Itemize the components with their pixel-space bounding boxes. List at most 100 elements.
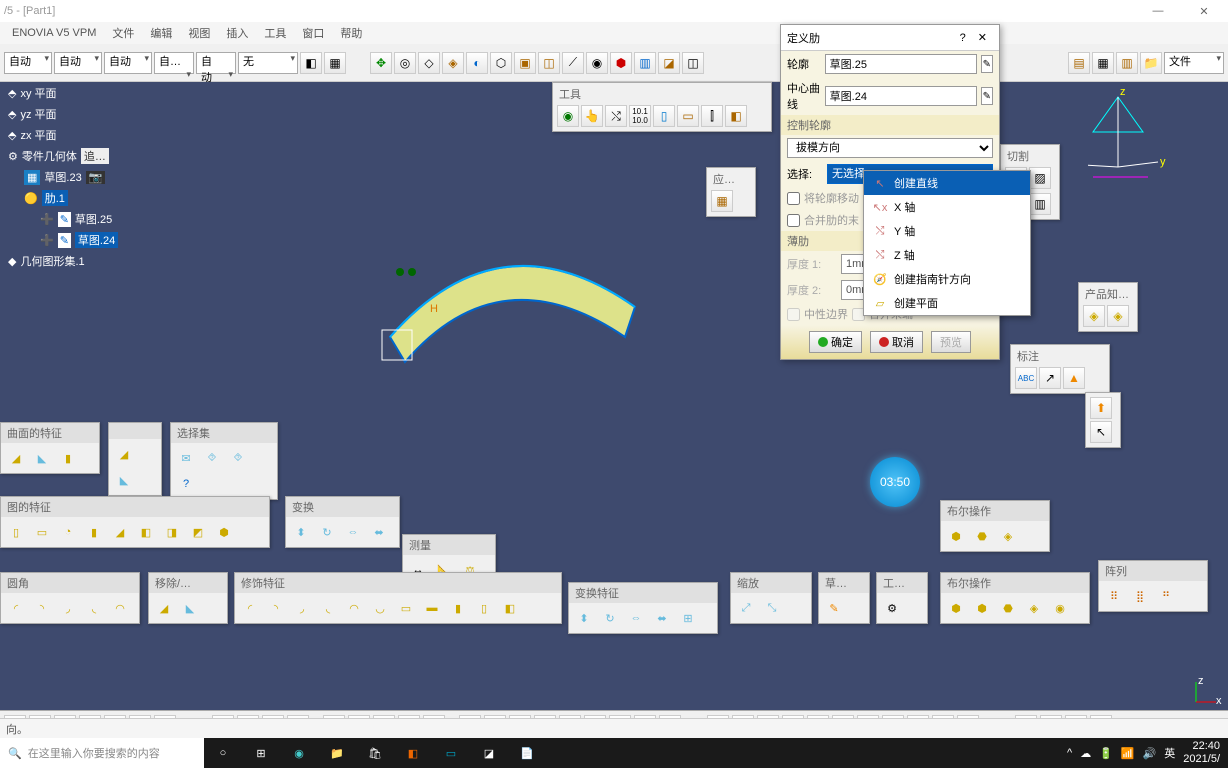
menu-window[interactable]: 窗口 (294, 25, 332, 41)
palette-mini-1[interactable]: ◢ ◣ (108, 422, 162, 496)
scale-icon[interactable]: ⤡ (760, 596, 784, 620)
tree-rib-1[interactable]: 🟡 肋.1 (20, 188, 122, 208)
tf-icon[interactable]: ⬌ (650, 606, 674, 630)
menu-vpm[interactable]: ENOVIA V5 VPM (4, 27, 104, 39)
combo-none[interactable]: 无 (238, 52, 298, 74)
toolbar-icon[interactable]: ▦ (324, 52, 346, 74)
toolbar-icon[interactable]: ⟋ (562, 52, 584, 74)
combo-auto-3[interactable]: 自动 (104, 52, 152, 74)
tree-sketch-25[interactable]: ➕ ✎ 草图.25 (36, 209, 122, 229)
palette-product[interactable]: 产品知… ◈ ◈ (1078, 282, 1138, 332)
palette-fillet[interactable]: 圆角 ◜ ◝ ◞ ◟ ◠ (0, 572, 140, 624)
palette-annotation[interactable]: 标注 ABC ↗ ▲ (1010, 344, 1110, 394)
fillet-icon[interactable]: ◟ (82, 596, 106, 620)
annot-icon[interactable]: ↗ (1039, 367, 1061, 389)
trans-icon[interactable]: ⬍ (289, 520, 313, 544)
taskbar-clock[interactable]: 22:40 2021/5/ (1183, 740, 1220, 766)
palette-surface-features[interactable]: 曲面的特征 ◢ ◣ ▮ (0, 422, 100, 474)
fillet-icon[interactable]: ◝ (30, 596, 54, 620)
dialog-close-button[interactable]: ✕ (972, 32, 993, 44)
palette-scale[interactable]: 缩放 ⤢ ⤡ (730, 572, 812, 624)
combo-file[interactable]: 文件 (1164, 52, 1224, 74)
tray-battery-icon[interactable]: 🔋 (1099, 747, 1113, 760)
dress-icon[interactable]: ◟ (316, 596, 340, 620)
close-button[interactable]: ✕ (1184, 5, 1224, 18)
gear-icon[interactable]: ⚙ (880, 596, 904, 620)
toolbar-icon[interactable]: ◫ (538, 52, 560, 74)
profile-input[interactable] (825, 54, 977, 74)
feat-icon[interactable]: ◢ (4, 446, 28, 470)
feat-icon[interactable]: ▮ (82, 520, 106, 544)
tf-icon[interactable]: ⊞ (676, 606, 700, 630)
toolbar-icon[interactable]: ▥ (634, 52, 656, 74)
palette-boolean-2[interactable]: 布尔操作 ⬢ ⬢ ⬣ ◈ ◉ (940, 572, 1090, 624)
task-view[interactable]: ⊞ (242, 738, 280, 768)
tree-yz-plane[interactable]: ⬘ yz 平面 (4, 104, 122, 124)
tf-icon[interactable]: ⬍ (572, 606, 596, 630)
tool-icon[interactable]: ◧ (725, 105, 747, 127)
palette-select-set[interactable]: 选择集 ✉ ⯑ ⯑ ? (170, 422, 278, 500)
feat-icon[interactable]: ◩ (186, 520, 210, 544)
tree-sketch-23[interactable]: ▦ 草图.23 📷 (20, 167, 122, 187)
tray-chevron-icon[interactable]: ^ (1067, 747, 1072, 759)
tree-zx-plane[interactable]: ⬘ zx 平面 (4, 125, 122, 145)
tray-wifi-icon[interactable]: 📶 (1121, 747, 1135, 760)
move-profile-checkbox[interactable] (787, 192, 800, 205)
tool-icon[interactable]: ◉ (557, 105, 579, 127)
cancel-button[interactable]: 取消 (870, 331, 923, 353)
menu-insert[interactable]: 插入 (218, 25, 256, 41)
toolbar-icon[interactable]: ◧ (300, 52, 322, 74)
toolbar-icon[interactable]: ◐ (466, 52, 488, 74)
bool-icon[interactable]: ⬣ (970, 524, 994, 548)
sel-icon[interactable]: ✉ (174, 446, 198, 470)
feat-icon[interactable]: ▭ (30, 520, 54, 544)
dialog-titlebar[interactable]: 定义肋 ?✕ (781, 25, 999, 51)
palette-transform[interactable]: 变换 ⬍ ↻ ⇔ ⬌ (285, 496, 400, 548)
sel-icon[interactable]: ↖ (1090, 421, 1112, 443)
axis-icon[interactable]: ⤭ (605, 105, 627, 127)
scale-icon[interactable]: ⤢ (734, 596, 758, 620)
feat-icon[interactable]: ◨ (160, 520, 184, 544)
palette-array[interactable]: 阵列 ⠿ ⣿ ⠛ (1098, 560, 1208, 612)
sel-icon[interactable]: ⯑ (200, 446, 224, 470)
feat-icon[interactable]: ◧ (134, 520, 158, 544)
toolbar-icon[interactable]: ◉ (586, 52, 608, 74)
toolbar-icon[interactable]: ◈ (442, 52, 464, 74)
palette-dress-features[interactable]: 修饰特征 ◜ ◝ ◞ ◟ ◠ ◡ ▭ ▬ ▮ ▯ ◧ (234, 572, 562, 624)
palette-remove[interactable]: 移除/… ◢ ◣ (148, 572, 228, 624)
context-x-axis[interactable]: ↖xX 轴 (864, 195, 1030, 219)
task-cortana[interactable]: ○ (204, 738, 242, 768)
dress-icon[interactable]: ◧ (498, 596, 522, 620)
toolbar-icon[interactable]: ▣ (514, 52, 536, 74)
taskbar-search[interactable]: 🔍 在这里输入你要搜索的内容 (0, 738, 204, 768)
cut-icon[interactable]: ▥ (1029, 193, 1051, 215)
tree-sketch-24[interactable]: ➕ ✎ 草图.24 (36, 230, 122, 250)
sel-icon[interactable]: ⯑ (226, 446, 250, 470)
combo-auto-1[interactable]: 自动 (4, 52, 52, 74)
menu-view[interactable]: 视图 (180, 25, 218, 41)
dress-icon[interactable]: ◜ (238, 596, 262, 620)
palette-diagram-features[interactable]: 图的特征 ▯ ▭ ◔ ▮ ◢ ◧ ◨ ◩ ⬢ (0, 496, 270, 548)
tray-cloud-icon[interactable]: ☁ (1080, 747, 1091, 760)
dress-icon[interactable]: ◠ (342, 596, 366, 620)
tf-icon[interactable]: ⇔ (624, 606, 648, 630)
dress-icon[interactable]: ◡ (368, 596, 392, 620)
palette-app[interactable]: 应… ▦ (706, 167, 756, 217)
sel-icon[interactable]: ⬆ (1090, 397, 1112, 419)
minimize-button[interactable]: — (1138, 5, 1178, 17)
merge-end-checkbox[interactable] (787, 214, 800, 227)
menu-help[interactable]: 帮助 (332, 25, 370, 41)
dress-icon[interactable]: ▬ (420, 596, 444, 620)
context-y-axis[interactable]: ⤭Y 轴 (864, 219, 1030, 243)
feat-icon[interactable]: ◔ (56, 520, 80, 544)
tree-xy-plane[interactable]: ⬘ xy 平面 (4, 83, 122, 103)
feat-icon[interactable]: ◢ (108, 520, 132, 544)
array-icon[interactable]: ⣿ (1128, 584, 1152, 608)
toolbar-icon[interactable]: ⬢ (610, 52, 632, 74)
combo-auto-2[interactable]: 自动 (54, 52, 102, 74)
sketch-icon[interactable]: ✎ (822, 596, 846, 620)
dress-icon[interactable]: ◞ (290, 596, 314, 620)
viewport-3d[interactable]: ⬘ xy 平面 ⬘ yz 平面 ⬘ zx 平面 ⚙ 零件几何体 追… ▦ 草图.… (0, 82, 1228, 710)
direction-combo[interactable]: 拔模方向 (787, 138, 993, 158)
feat-icon[interactable]: ◣ (112, 468, 136, 492)
